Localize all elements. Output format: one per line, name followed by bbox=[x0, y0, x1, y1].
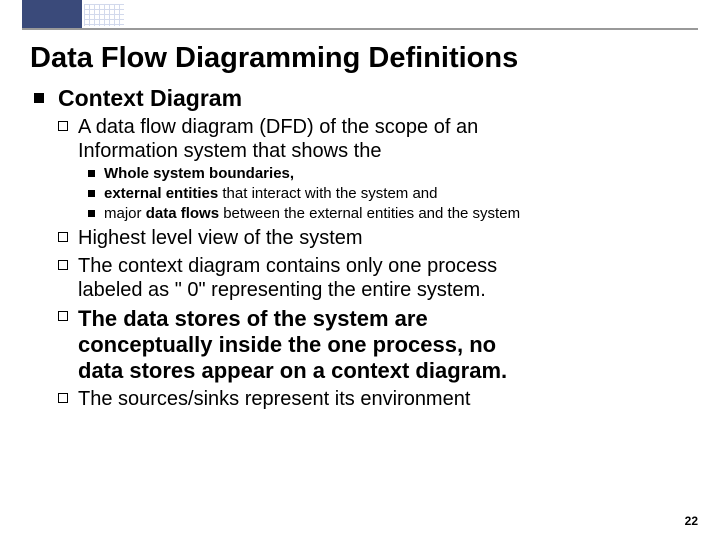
text: labeled as " 0" representing the entire … bbox=[78, 279, 486, 301]
text: that interact with the system and bbox=[218, 185, 437, 202]
text-bold: external entities bbox=[104, 185, 218, 202]
text: A bbox=[78, 116, 90, 138]
text: Information system that shows the bbox=[78, 140, 381, 162]
bullet-data-stores: The data stores of the system are concep… bbox=[58, 306, 690, 384]
text: Highest bbox=[78, 227, 146, 249]
text: level view of the system bbox=[146, 227, 363, 249]
page-number: 22 bbox=[685, 514, 698, 528]
text: The bbox=[78, 388, 112, 410]
text: data stores of the system are bbox=[117, 306, 428, 331]
text: context diagram contains only one proces… bbox=[112, 255, 497, 277]
text: The bbox=[78, 306, 117, 331]
slide-title: Data Flow Diagramming Definitions bbox=[30, 42, 690, 75]
text: between the external entities and the sy… bbox=[219, 205, 520, 222]
header-rule bbox=[22, 28, 698, 30]
text: The bbox=[78, 255, 112, 277]
header-decoration bbox=[0, 0, 720, 34]
text: data flow diagram (DFD) of the scope of … bbox=[90, 116, 478, 138]
bullet-sources-sinks: The sources/sinks represent its environm… bbox=[58, 388, 690, 412]
text: data stores appear on a context diagram. bbox=[78, 358, 507, 383]
subbullet-flows: major data flows between the external en… bbox=[88, 205, 690, 224]
slide-body: Data Flow Diagramming Definitions Contex… bbox=[0, 34, 720, 540]
text-bold: data flows bbox=[146, 205, 219, 222]
header-block bbox=[22, 0, 82, 28]
bullet-one-process: The context diagram contains only one pr… bbox=[58, 255, 690, 302]
text: major bbox=[104, 205, 146, 222]
bullet-highest-level: Highest level view of the system bbox=[58, 227, 690, 251]
header-grid bbox=[84, 4, 124, 26]
bullet-definition: A data flow diagram (DFD) of the scope o… bbox=[58, 116, 690, 163]
subbullet-boundaries: Whole system boundaries, bbox=[88, 165, 690, 184]
subbullet-entities: external entities that interact with the… bbox=[88, 185, 690, 204]
section-heading: Context Diagram bbox=[30, 85, 690, 112]
text: conceptually inside the one process, no bbox=[78, 332, 496, 357]
text: sources/sinks represent its environment bbox=[112, 388, 470, 410]
